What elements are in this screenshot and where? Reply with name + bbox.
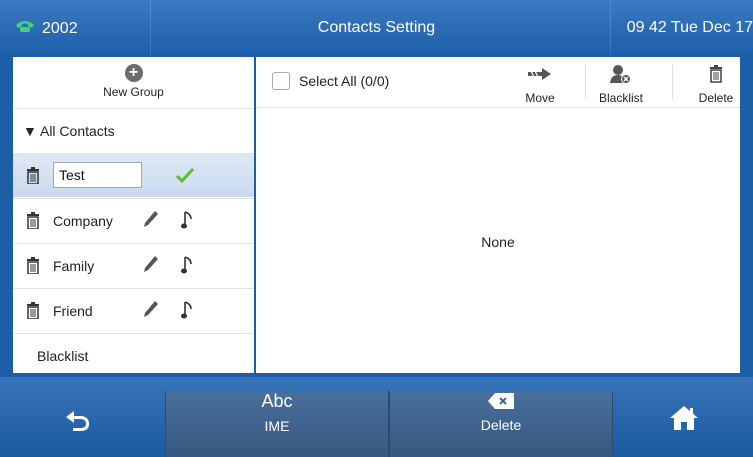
delete-softkey[interactable]: Delete: [389, 391, 613, 457]
all-contacts-label: ▼ All Contacts: [23, 123, 115, 139]
new-group-button[interactable]: + New Group: [13, 57, 254, 108]
divider: [585, 65, 586, 99]
divider: [610, 0, 611, 55]
group-item-friend[interactable]: Friend: [13, 288, 254, 332]
divider: [672, 65, 673, 99]
ime-softkey[interactable]: Abc IME: [165, 391, 389, 457]
blacklist-user-icon: [591, 63, 651, 85]
delete-label: Delete: [698, 91, 734, 105]
backspace-icon: [390, 391, 612, 411]
empty-state-text: None: [481, 234, 515, 250]
blacklist-item[interactable]: Blacklist: [13, 333, 254, 373]
delete-softkey-label: Delete: [480, 417, 522, 433]
phone-screen: 2002 Contacts Setting 09 42 Tue Dec 17 +…: [0, 0, 753, 457]
contacts-toolbar: Select All (0/0) Move Blacklist Delete: [256, 57, 740, 108]
select-all-checkbox[interactable]: [272, 72, 290, 90]
music-note-icon[interactable]: [181, 300, 193, 323]
ime-mode: Abc: [261, 391, 293, 411]
softkey-bar: Abc IME Delete: [0, 377, 753, 457]
pencil-icon[interactable]: [143, 255, 159, 276]
ime-label: IME: [264, 418, 290, 434]
group-item-family[interactable]: Family: [13, 243, 254, 287]
trash-icon[interactable]: [26, 212, 40, 232]
clock: 09 42 Tue Dec 17: [626, 19, 753, 36]
blacklist-label: Blacklist: [37, 348, 89, 364]
group-name-input[interactable]: Test: [53, 162, 142, 188]
trash-icon[interactable]: [26, 257, 40, 277]
move-arrow-icon: [510, 63, 570, 85]
checkmark-icon[interactable]: [175, 167, 195, 186]
blacklist-toolbar-label: Blacklist: [598, 91, 643, 105]
trash-icon: [686, 63, 746, 85]
select-all-label: Select All (0/0): [299, 73, 390, 89]
group-label: Family: [53, 258, 95, 274]
contacts-panel: Select All (0/0) Move Blacklist Delete N…: [256, 57, 740, 373]
group-item-editing[interactable]: Test: [13, 153, 254, 197]
all-contacts-text: All Contacts: [39, 123, 115, 139]
trash-icon[interactable]: [26, 167, 40, 187]
trash-icon[interactable]: [26, 302, 40, 322]
move-button[interactable]: Move: [510, 63, 570, 105]
new-group-label: New Group: [103, 85, 164, 99]
music-note-icon[interactable]: [181, 255, 193, 278]
plus-circle-icon: +: [124, 64, 143, 82]
group-label: Company: [53, 213, 113, 229]
all-contacts-item[interactable]: ▼ All Contacts: [13, 108, 254, 152]
home-icon[interactable]: [669, 405, 699, 436]
delete-button[interactable]: Delete: [686, 63, 746, 105]
group-label: Friend: [53, 303, 93, 319]
pencil-icon[interactable]: [143, 210, 159, 231]
pencil-icon[interactable]: [143, 300, 159, 321]
music-note-icon[interactable]: [181, 210, 193, 233]
status-bar: 2002 Contacts Setting 09 42 Tue Dec 17: [0, 0, 753, 55]
back-arrow-icon[interactable]: [65, 410, 91, 437]
group-sidebar: + New Group ▼ All Contacts Test Company: [13, 57, 254, 373]
select-all-control[interactable]: Select All (0/0): [272, 72, 389, 90]
group-item-company[interactable]: Company: [13, 198, 254, 242]
move-label: Move: [525, 91, 555, 105]
blacklist-button[interactable]: Blacklist: [591, 63, 651, 105]
